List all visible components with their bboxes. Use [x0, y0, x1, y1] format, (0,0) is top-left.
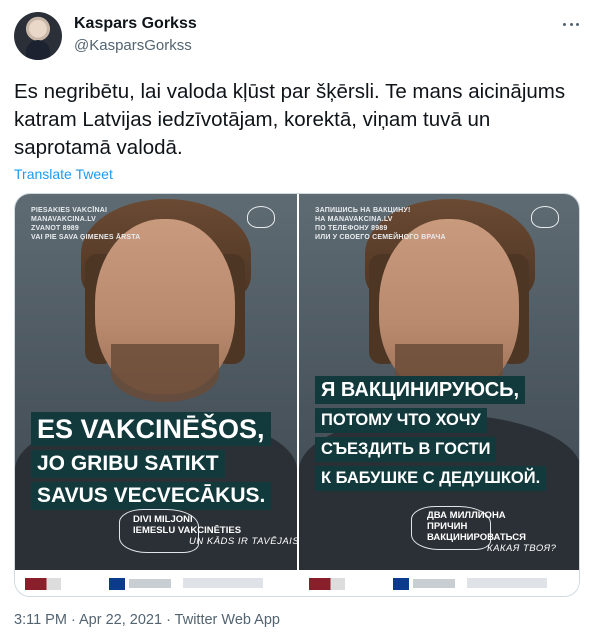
poster-info-line: PIESAKIES VAKCĪNAI [31, 207, 108, 214]
tweet-timestamp[interactable]: 3:11 PM · Apr 22, 2021 · Twitter Web App [14, 612, 280, 628]
poster-info-line: ЗАПИШИСЬ НА ВАКЦИНУ! [315, 207, 411, 214]
eu-flag-icon [109, 578, 125, 590]
caption-line: IEMESLU VAKCINĒTIES [133, 525, 242, 536]
headline-line: К БАБУШКЕ С ДЕДУШКОЙ. [315, 466, 547, 491]
caption-question: КАКАЯ ТВОЯ? [487, 543, 557, 554]
eu-fund-logo-icon [413, 579, 455, 588]
poster-info-line: VAI PIE SAVA ĢIMENES ĀRSTA [31, 234, 141, 241]
tweet-media[interactable]: PIESAKIES VAKCĪNAI MANAVAKCINA.LV ZVANOT… [14, 193, 580, 597]
eu-flag-icon [393, 578, 409, 590]
caption-line: ДВА МИЛЛИОНА [427, 510, 506, 521]
eu-fund-logo-icon [129, 579, 171, 588]
author-name[interactable]: Kaspars Gorkss [74, 15, 197, 33]
poster-headline: ES VAKCINĒŠOS, JO GRIBU SATIKT SAVUS VEC… [31, 412, 272, 514]
avatar[interactable] [14, 12, 62, 60]
poster-info-line: НА MANAVAKCINA.LV [315, 216, 393, 223]
headline-line: ПОТОМУ ЧТО ХОЧУ [315, 408, 487, 433]
tweet-text: Es negribētu, lai valoda kļūst par šķērs… [14, 80, 566, 159]
tweet: Kaspars Gorkss @KasparsGorkss Es negribē… [0, 0, 590, 635]
poster-headline: Я ВАКЦИНИРУЮСЬ, ПОТОМУ ЧТО ХОЧУ СЪЕЗДИТЬ… [315, 376, 547, 495]
poster-info: ЗАПИШИСЬ НА ВАКЦИНУ! НА MANAVAKCINA.LV П… [315, 206, 446, 242]
headline-line: SAVUS VECVECĀKUS. [31, 482, 272, 510]
funding-note-icon [467, 578, 547, 588]
latvia-coat-of-arms-icon [247, 206, 275, 228]
caption-question: UN KĀDS IR TAVĒJAIS? [189, 536, 297, 547]
caption-line: ПРИЧИН [427, 521, 468, 532]
caption-line: ВАКЦИНИРОВАТЬСЯ [427, 532, 526, 543]
poster-info-line: ИЛИ У СВОЕГО СЕМЕЙНОГО ВРАЧА [315, 234, 446, 241]
poster-russian[interactable]: ЗАПИШИСЬ НА ВАКЦИНУ! НА MANAVAKCINA.LV П… [299, 194, 579, 570]
ministry-logo-icon [309, 578, 345, 590]
poster-caption: ДВА МИЛЛИОНА ПРИЧИН ВАКЦИНИРОВАТЬСЯ КАКА… [427, 510, 556, 554]
headline-line: ES VAKCINĒŠOS, [31, 412, 271, 446]
ministry-logo-icon [25, 578, 61, 590]
headline-line: Я ВАКЦИНИРУЮСЬ, [315, 376, 526, 404]
caption-line: DIVI MILJONI [133, 514, 193, 525]
poster-info-line: ПО ТЕЛЕФОНУ 8989 [315, 225, 388, 232]
author-handle[interactable]: @KasparsGorkss [74, 37, 192, 54]
poster-info-line: ZVANOT 8989 [31, 225, 79, 232]
poster-info-line: MANAVAKCINA.LV [31, 216, 97, 223]
latvia-coat-of-arms-icon [531, 206, 559, 228]
more-options-icon[interactable] [563, 16, 579, 32]
headline-line: СЪЕЗДИТЬ В ГОСТИ [315, 437, 497, 462]
poster-image-beard [111, 344, 219, 402]
headline-line: JO GRIBU SATIKT [31, 450, 225, 478]
poster-funding-strip [15, 570, 297, 596]
poster-info: PIESAKIES VAKCĪNAI MANAVAKCINA.LV ZVANOT… [31, 206, 140, 242]
translate-tweet-link[interactable]: Translate Tweet [14, 166, 113, 182]
poster-latvian[interactable]: PIESAKIES VAKCĪNAI MANAVAKCINA.LV ZVANOT… [15, 194, 297, 570]
poster-funding-strip [299, 570, 579, 596]
poster-caption: DIVI MILJONI IEMESLU VAKCINĒTIES UN KĀDS… [133, 514, 297, 547]
funding-note-icon [183, 578, 263, 588]
